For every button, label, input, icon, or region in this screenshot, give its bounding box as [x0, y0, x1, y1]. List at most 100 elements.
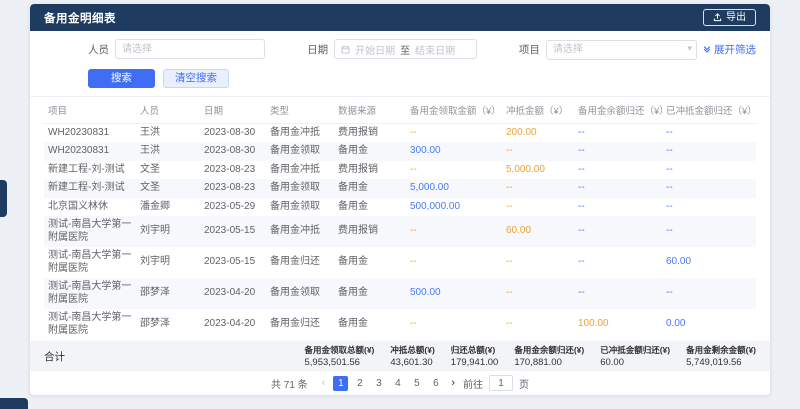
cell-type: 备用金归还: [266, 309, 334, 340]
cell-offset-return: --: [662, 216, 756, 247]
table-body: WH20230831王洪2023-08-30备用金冲抵费用报销--200.00-…: [44, 123, 756, 341]
page-button-4[interactable]: 4: [390, 376, 405, 391]
cell-balance-return: --: [574, 278, 662, 309]
cell-type: 备用金领取: [266, 142, 334, 161]
cell-received: --: [406, 309, 502, 340]
cell-received: 500,000.00: [406, 198, 502, 217]
cell-person: 刘宇明: [136, 247, 200, 278]
cell-source: 备用金: [334, 179, 406, 198]
cell-balance-return: --: [574, 179, 662, 198]
summary-item-value: 179,941.00: [451, 357, 499, 368]
column-header-balance-return: 备用金余额归还（¥）: [574, 97, 662, 124]
goto-page-input[interactable]: [489, 375, 513, 391]
page-button-5[interactable]: 5: [409, 376, 424, 391]
pagination-pages: 123456: [333, 376, 443, 391]
page-button-1[interactable]: 1: [333, 376, 348, 391]
search-button[interactable]: 搜索: [88, 69, 155, 88]
summary-item: 备用金余额归还(¥)170,881.00: [514, 344, 584, 368]
column-header-source: 数据来源: [334, 97, 406, 124]
summary-item: 冲抵总额(¥)43,601.30: [390, 344, 434, 368]
export-icon: [713, 13, 722, 22]
summary-item-value: 43,601.30: [390, 357, 434, 368]
expand-filters-label: 展开筛选: [714, 42, 756, 57]
cell-source: 备用金: [334, 309, 406, 340]
date-range-separator: 至: [400, 42, 410, 57]
cell-project: 新建工程-刘-测试: [44, 161, 136, 180]
column-header-type: 类型: [266, 97, 334, 124]
cell-date: 2023-04-20: [200, 278, 266, 309]
cell-date: 2023-08-30: [200, 142, 266, 161]
corner-widget[interactable]: [0, 398, 28, 409]
table-row[interactable]: 新建工程-刘-测试文圣2023-08-23备用金冲抵费用报销--5,000.00…: [44, 161, 756, 180]
next-page-button[interactable]: ›: [449, 377, 457, 389]
person-filter-input[interactable]: [115, 39, 265, 59]
petty-cash-report-card: 备用金明细表 导出 人员 日期 开始日期 至 结束日期 项目: [30, 4, 770, 395]
project-filter-input[interactable]: [546, 40, 697, 60]
project-filter-select[interactable]: ▾: [546, 39, 697, 60]
cell-date: 2023-08-23: [200, 161, 266, 180]
cell-type: 备用金冲抵: [266, 161, 334, 180]
pagination-total: 共 71 条: [271, 376, 308, 391]
cell-offset-return: --: [662, 179, 756, 198]
cell-offset-return: --: [662, 142, 756, 161]
cell-offset: --: [502, 309, 574, 340]
cell-offset: --: [502, 142, 574, 161]
summary-item: 备用金剩余金额(¥)5,749,019.56: [686, 344, 756, 368]
date-range-picker[interactable]: 开始日期 至 结束日期: [334, 39, 477, 59]
page-button-3[interactable]: 3: [371, 376, 386, 391]
cell-date: 2023-05-15: [200, 216, 266, 247]
summary-row: 合计 备用金领取总额(¥)5,953,501.56冲抵总额(¥)43,601.3…: [30, 341, 770, 371]
side-drawer-handle[interactable]: [0, 180, 7, 217]
table-row[interactable]: 新建工程-刘-测试文圣2023-08-23备用金领取备用金5,000.00---…: [44, 179, 756, 198]
page-button-2[interactable]: 2: [352, 376, 367, 391]
cell-source: 备用金: [334, 278, 406, 309]
cell-offset-return: 0.00: [662, 309, 756, 340]
page-title: 备用金明细表: [44, 10, 116, 26]
expand-chevron-icon: [703, 45, 711, 53]
cell-person: 潘金卿: [136, 198, 200, 217]
summary-item-label: 归还总额(¥): [451, 344, 499, 356]
cell-person: 刘宇明: [136, 216, 200, 247]
table-row[interactable]: WH20230831王洪2023-08-30备用金冲抵费用报销--200.00-…: [44, 123, 756, 142]
pagination-bar: 共 71 条 ‹ 123456 › 前往 页: [30, 371, 770, 395]
clear-search-button[interactable]: 清空搜索: [163, 69, 229, 88]
summary-item: 归还总额(¥)179,941.00: [451, 344, 499, 368]
table-row[interactable]: 北京国义林休潘金卿2023-05-29备用金领取备用金500,000.00---…: [44, 198, 756, 217]
person-filter-label: 人员: [88, 42, 109, 57]
cell-project: WH20230831: [44, 142, 136, 161]
table-row[interactable]: 测试-南昌大学第一附属医院刘宇明2023-05-15备用金冲抵费用报销--60.…: [44, 216, 756, 247]
export-button[interactable]: 导出: [703, 9, 756, 26]
column-header-date: 日期: [200, 97, 266, 124]
cell-offset: --: [502, 247, 574, 278]
cell-project: 北京国义林休: [44, 198, 136, 217]
cell-balance-return: --: [574, 198, 662, 217]
table-row[interactable]: 测试-南昌大学第一附属医院邵梦泽2023-04-20备用金领取备用金500.00…: [44, 278, 756, 309]
page-header: 备用金明细表 导出: [30, 4, 770, 31]
cell-offset: --: [502, 179, 574, 198]
prev-page-button[interactable]: ‹: [320, 377, 328, 389]
cell-balance-return: 100.00: [574, 309, 662, 340]
cell-date: 2023-05-29: [200, 198, 266, 217]
table-container: 项目人员日期类型数据来源备用金领取金额（¥）冲抵金额（¥）备用金余额归还（¥）已…: [30, 96, 770, 342]
page-button-6[interactable]: 6: [428, 376, 443, 391]
cell-offset: 5,000.00: [502, 161, 574, 180]
table-row[interactable]: 测试-南昌大学第一附属医院邵梦泽2023-04-20备用金归还备用金----10…: [44, 309, 756, 340]
expand-filters-link[interactable]: 展开筛选: [703, 42, 756, 57]
cell-source: 备用金: [334, 142, 406, 161]
summary-item-label: 备用金余额归还(¥): [514, 344, 584, 356]
cell-offset: 60.00: [502, 216, 574, 247]
column-header-received: 备用金领取金额（¥）: [406, 97, 502, 124]
table-header-row: 项目人员日期类型数据来源备用金领取金额（¥）冲抵金额（¥）备用金余额归还（¥）已…: [44, 97, 756, 124]
cell-offset: --: [502, 198, 574, 217]
summary-item-label: 已冲抵金额归还(¥): [600, 344, 670, 356]
cell-offset: --: [502, 278, 574, 309]
goto-page-unit: 页: [519, 376, 529, 391]
cell-project: 测试-南昌大学第一附属医院: [44, 247, 136, 278]
date-filter-label: 日期: [307, 42, 328, 57]
table-row[interactable]: 测试-南昌大学第一附属医院刘宇明2023-05-15备用金归还备用金------…: [44, 247, 756, 278]
cell-received: --: [406, 216, 502, 247]
cell-person: 文圣: [136, 179, 200, 198]
cell-person: 邵梦泽: [136, 278, 200, 309]
summary-item-label: 冲抵总额(¥): [390, 344, 434, 356]
table-row[interactable]: WH20230831王洪2023-08-30备用金领取备用金300.00----…: [44, 142, 756, 161]
